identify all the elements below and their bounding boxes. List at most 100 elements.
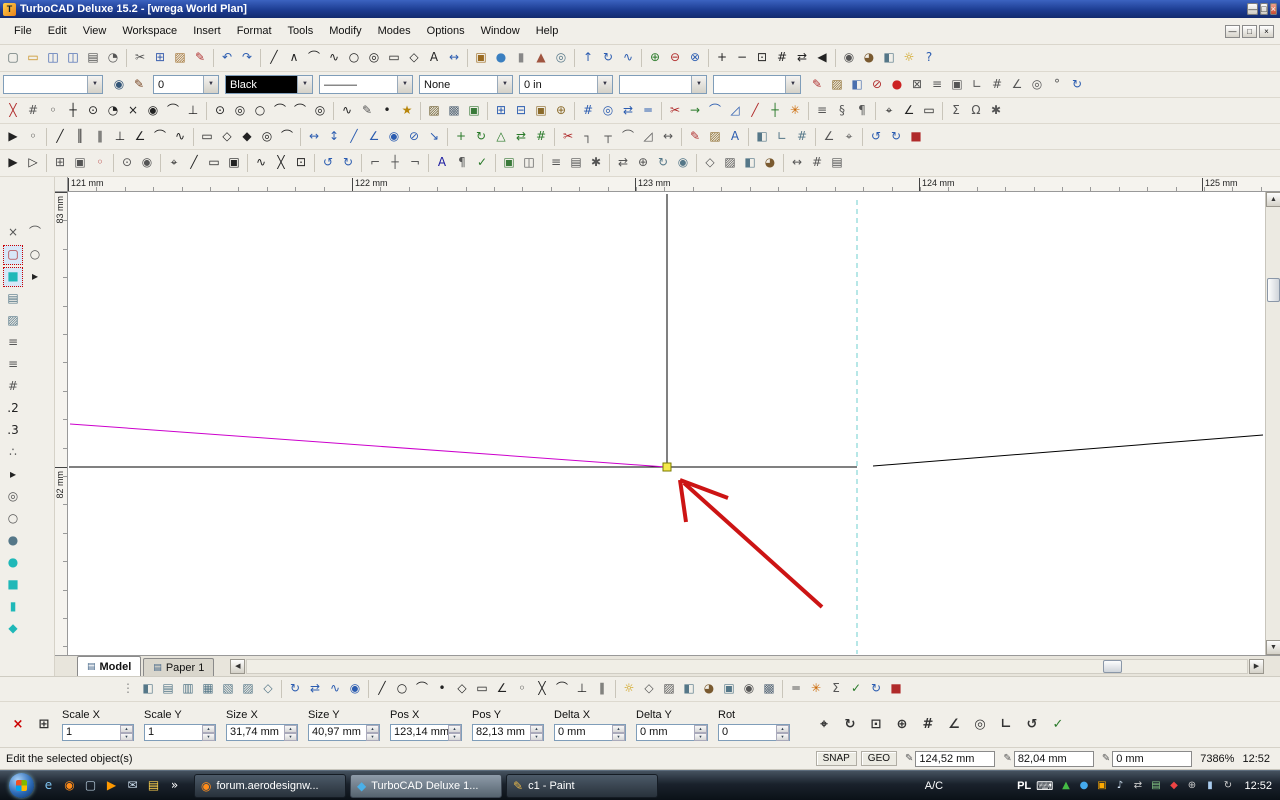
- view-perspective-icon[interactable]: ◇: [258, 679, 278, 699]
- menu-modes[interactable]: Modes: [370, 21, 419, 41]
- explorer-icon[interactable]: ▤: [144, 776, 163, 796]
- format-painter-icon[interactable]: ✎: [190, 48, 210, 68]
- join-icon[interactable]: ┼: [765, 101, 785, 121]
- zoom-realtime-icon[interactable]: ⊕: [633, 153, 653, 173]
- update-icon[interactable]: ▣: [1094, 778, 1109, 794]
- line-parallel-icon[interactable]: ∥: [90, 127, 110, 147]
- draw-arc-icon[interactable]: ⌒: [412, 679, 432, 699]
- edit-tool-icon[interactable]: ◦: [23, 127, 43, 147]
- spinner[interactable]: ▲▼: [120, 725, 133, 740]
- copy-icon[interactable]: ⊞: [150, 48, 170, 68]
- snap-magnetic-icon[interactable]: ◉: [137, 153, 157, 173]
- fillet-icon[interactable]: ⌒: [705, 101, 725, 121]
- chevron-down-icon[interactable]: ▼: [297, 76, 312, 93]
- mdi-minimize-button[interactable]: —: [1225, 25, 1240, 38]
- insert-picture-icon[interactable]: ▣: [464, 101, 484, 121]
- cancel-selection-icon[interactable]: ×: [8, 715, 28, 735]
- color-combo[interactable]: Black▼: [225, 75, 313, 94]
- chain-select-icon[interactable]: ∿: [251, 153, 271, 173]
- mirror-icon[interactable]: ⇄: [618, 101, 638, 121]
- trim-icon[interactable]: ✂: [665, 101, 685, 121]
- visibility-eye-icon[interactable]: ◉: [109, 75, 129, 95]
- minimize-button[interactable]: —: [1247, 3, 1258, 15]
- select-2-icon[interactable]: ▶: [3, 153, 23, 173]
- spline-icon[interactable]: ∿: [324, 48, 344, 68]
- spinner-up-icon[interactable]: ▲: [448, 725, 461, 733]
- draw-perp-icon[interactable]: ⊥: [572, 679, 592, 699]
- ruler-toggle-icon[interactable]: ↔: [787, 153, 807, 173]
- taskbar-button[interactable]: ✎c1 - Paint: [506, 774, 658, 798]
- save-icon[interactable]: ◫: [43, 48, 63, 68]
- addons-icon[interactable]: ✱: [986, 101, 1006, 121]
- field-input[interactable]: 1▲▼: [144, 724, 216, 741]
- dimension-icon[interactable]: ↔: [444, 48, 464, 68]
- draw-line-icon[interactable]: ╱: [372, 679, 392, 699]
- chevron-down-icon[interactable]: ▼: [397, 76, 412, 93]
- refresh-view-icon[interactable]: ↺: [866, 127, 886, 147]
- no-brush-icon[interactable]: ⊘: [867, 75, 887, 95]
- rotate-icon[interactable]: ↻: [471, 127, 491, 147]
- apply-changes-icon[interactable]: ✓: [1048, 715, 1068, 735]
- redo-icon[interactable]: ↷: [237, 48, 257, 68]
- select-circle-tool-icon[interactable]: ○: [25, 245, 45, 265]
- paste-icon[interactable]: ▨: [170, 48, 190, 68]
- view-right-icon[interactable]: ▦: [198, 679, 218, 699]
- text-insert-icon[interactable]: A: [432, 153, 452, 173]
- draw-circle-icon[interactable]: ○: [392, 679, 412, 699]
- spinner-down-icon[interactable]: ▼: [612, 733, 625, 741]
- spinner[interactable]: ▲▼: [530, 725, 543, 740]
- text-icon[interactable]: A: [424, 48, 444, 68]
- spinner-up-icon[interactable]: ▲: [202, 725, 215, 733]
- rect-rotated-icon[interactable]: ◇: [217, 127, 237, 147]
- scroll-right-icon[interactable]: ▶: [1249, 659, 1264, 674]
- spinner-down-icon[interactable]: ▼: [694, 733, 707, 741]
- toggle-snap[interactable]: SNAP: [816, 751, 857, 766]
- arc-icon[interactable]: ⌒: [304, 48, 324, 68]
- box-swatch-icon[interactable]: ■: [3, 575, 23, 595]
- help-icon[interactable]: ?: [919, 48, 939, 68]
- pen-toggle-icon[interactable]: ✎: [129, 75, 149, 95]
- spinner-down-icon[interactable]: ▼: [448, 733, 461, 741]
- world-axes-icon[interactable]: ⊕: [892, 715, 912, 735]
- field-input[interactable]: 31,74 mm▲▼: [226, 724, 298, 741]
- cut-icon[interactable]: ✂: [130, 48, 150, 68]
- grip-icon[interactable]: ⋮: [118, 679, 138, 699]
- lights-icon[interactable]: ☼: [899, 48, 919, 68]
- circle-3-point-icon[interactable]: ○: [250, 101, 270, 121]
- snap-mode-icon[interactable]: #: [987, 75, 1007, 95]
- torus-3d-icon[interactable]: ◎: [551, 48, 571, 68]
- overflow-chevron-icon[interactable]: »: [165, 776, 184, 796]
- select-rect-tool-icon[interactable]: ▢: [3, 245, 23, 265]
- array-polar-icon[interactable]: ◎: [598, 101, 618, 121]
- spinner[interactable]: ▲▼: [612, 725, 625, 740]
- polygon-tool-icon[interactable]: ◆: [237, 127, 257, 147]
- align-center-icon[interactable]: ┼: [385, 153, 405, 173]
- menu-file[interactable]: File: [6, 21, 40, 41]
- menu-format[interactable]: Format: [229, 21, 280, 41]
- sweep-icon[interactable]: ∿: [618, 48, 638, 68]
- regen-icon[interactable]: ↻: [886, 127, 906, 147]
- modify-meet-icon[interactable]: ┐: [578, 127, 598, 147]
- material-editor-icon[interactable]: ▣: [719, 679, 739, 699]
- firefox-icon[interactable]: ◉: [60, 776, 79, 796]
- angle-meter-icon[interactable]: ∠: [819, 127, 839, 147]
- rect-corner-icon[interactable]: ▭: [197, 127, 217, 147]
- layer-manager-icon[interactable]: ≡: [812, 101, 832, 121]
- stop-render-icon[interactable]: ■: [906, 127, 926, 147]
- mdi-restore-button[interactable]: □: [1242, 25, 1257, 38]
- palette-close-icon[interactable]: ×: [3, 223, 23, 243]
- align-left-icon[interactable]: ⌐: [365, 153, 385, 173]
- scripts-icon[interactable]: Ω: [966, 101, 986, 121]
- section-tool-icon[interactable]: ═: [786, 679, 806, 699]
- toggle-geo[interactable]: GEO: [861, 751, 897, 766]
- arc-tangent-icon[interactable]: ⌒: [277, 127, 297, 147]
- snap-perpendicular-icon[interactable]: ⊥: [183, 101, 203, 121]
- vertical-scrollbar[interactable]: ▲ ▼: [1265, 192, 1280, 655]
- precision-3-icon[interactable]: .3: [3, 421, 23, 441]
- orbit-3d-icon[interactable]: ↻: [653, 153, 673, 173]
- email-icon[interactable]: ✉: [123, 776, 142, 796]
- text-style-combo[interactable]: ▼: [619, 75, 707, 94]
- zoom-extents-icon[interactable]: #: [772, 48, 792, 68]
- selected-magenta-line[interactable]: [70, 424, 666, 467]
- tab-model[interactable]: ▤Model: [77, 656, 141, 676]
